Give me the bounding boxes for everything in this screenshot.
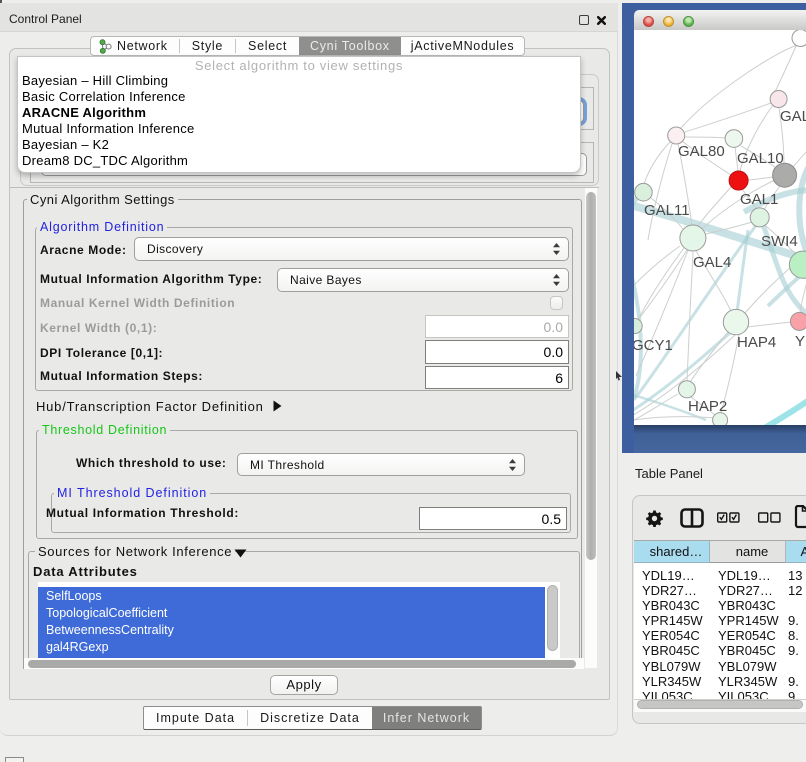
- svg-text:GAL80: GAL80: [678, 143, 725, 160]
- svg-text:GAL10: GAL10: [737, 150, 784, 167]
- svg-text:Y: Y: [795, 333, 805, 350]
- svg-text:SWI4: SWI4: [761, 233, 798, 250]
- svg-text:HAP2: HAP2: [688, 398, 727, 415]
- svg-text:GAL11: GAL11: [644, 202, 690, 219]
- svg-text:HAP4: HAP4: [737, 334, 776, 351]
- svg-text:GAL4: GAL4: [693, 254, 731, 271]
- svg-text:GAL2: GAL2: [780, 108, 806, 125]
- svg-text:GCY1: GCY1: [634, 337, 673, 354]
- svg-text:GAL1: GAL1: [740, 191, 778, 208]
